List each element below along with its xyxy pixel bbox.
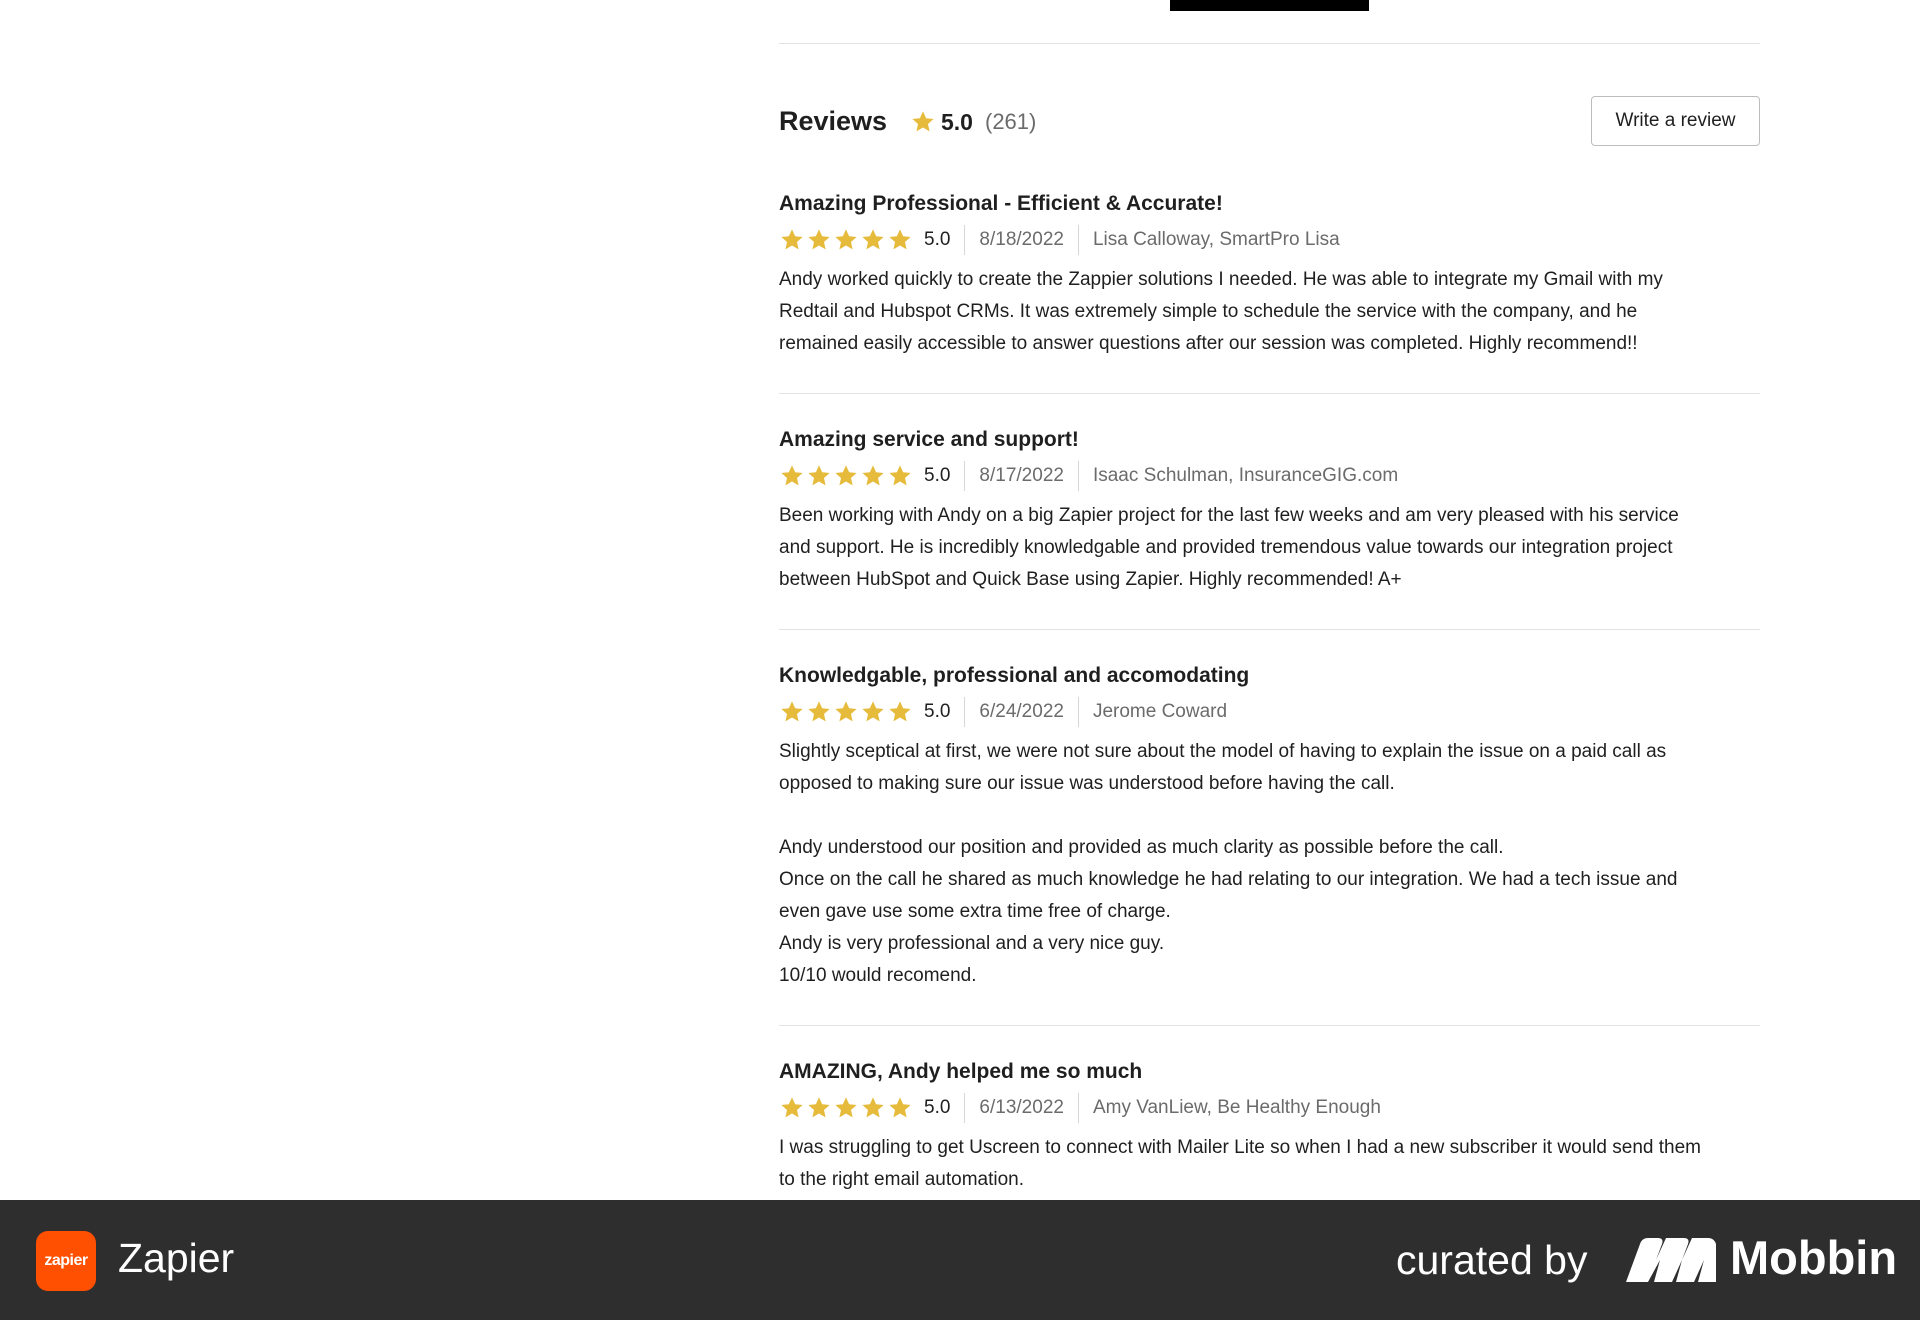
star-icon (889, 229, 911, 250)
review-body: Been working with Andy on a big Zapier p… (779, 500, 1760, 596)
review-author: Amy VanLiew, Be Healthy Enough (1092, 1097, 1381, 1118)
review-rating: 5.0 (924, 701, 951, 722)
star-icon (835, 1097, 857, 1118)
divider (779, 43, 1760, 44)
review-body-line: remained easily accessible to answer que… (779, 333, 1638, 354)
star-icon (781, 465, 803, 486)
star-icon (808, 465, 830, 486)
star-rating (779, 699, 913, 725)
review-body-line (779, 800, 1760, 832)
review-body: Andy worked quickly to create the Zappie… (779, 264, 1760, 360)
review-rating: 5.0 (924, 465, 951, 486)
reviews-title: Reviews (779, 106, 888, 136)
star-icon (862, 1097, 884, 1118)
review-body-line: Slightly sceptical at first, we were not… (779, 741, 1667, 762)
review-meta: 5.0 8/18/2022 Lisa Calloway, SmartPro Li… (779, 225, 1340, 255)
star-icon (781, 701, 803, 722)
review-meta: 5.0 6/24/2022 Jerome Coward (779, 697, 1227, 727)
reviews-header: Reviews 5.0 (261) Write a review (779, 96, 1760, 150)
star-icon (862, 229, 884, 250)
footer-bar: zapier Zapier curated by Mobbin (0, 1200, 1920, 1320)
review-rating: 5.0 (924, 229, 951, 250)
review-title: Amazing service and support! (779, 428, 1079, 451)
meta-separator (964, 697, 966, 727)
star-icon (889, 701, 911, 722)
review-body-line: between HubSpot and Quick Base using Zap… (779, 569, 1402, 590)
meta-separator (964, 461, 966, 491)
review-body-line: opposed to making sure our issue was und… (779, 773, 1395, 794)
review-date: 6/13/2022 (979, 1097, 1064, 1118)
curator-name: Mobbin (1730, 1231, 1898, 1284)
review-author: Jerome Coward (1092, 701, 1228, 722)
star-icon (862, 701, 884, 722)
star-icon (781, 1097, 803, 1118)
star-rating (779, 227, 913, 253)
zapier-logo: zapier (36, 1231, 96, 1291)
star-icon (889, 465, 911, 486)
meta-separator (964, 225, 966, 255)
review-body-line: Been working with Andy on a big Zapier p… (779, 505, 1679, 526)
review-count: (261) (985, 109, 1037, 134)
review-body: Slightly sceptical at first, we were not… (779, 736, 1760, 992)
review-body-line: to the right email automation. (779, 1169, 1025, 1190)
star-icon (808, 701, 830, 722)
meta-separator (1077, 225, 1079, 255)
star-rating (779, 463, 913, 489)
star-icon (912, 111, 934, 132)
review-body-line: I was struggling to get Uscreen to conne… (779, 1137, 1701, 1158)
meta-separator (964, 1093, 966, 1123)
review-body-line: and support. He is incredibly knowledgab… (779, 537, 1673, 558)
review-body-line: Redtail and Hubspot CRMs. It was extreme… (779, 301, 1638, 322)
review-body-line: 10/10 would recomend. (779, 965, 977, 986)
review-author: Isaac Schulman, InsuranceGIG.com (1092, 465, 1399, 486)
star-icon (835, 701, 857, 722)
mobbin-logo-icon (1626, 1238, 1716, 1282)
review-title: AMAZING, Andy helped me so much (779, 1060, 1143, 1083)
top-button-edge[interactable] (1170, 0, 1369, 11)
review-body: I was struggling to get Uscreen to conne… (779, 1132, 1760, 1196)
review-meta: 5.0 6/13/2022 Amy VanLiew, Be Healthy En… (779, 1093, 1381, 1123)
star-icon (808, 1097, 830, 1118)
star-icon (808, 229, 830, 250)
review-title: Knowledgable, professional and accomodat… (779, 664, 1250, 687)
app-name: Zapier (118, 1235, 235, 1281)
review-date: 8/18/2022 (979, 229, 1064, 250)
review-meta: 5.0 8/17/2022 Isaac Schulman, InsuranceG… (779, 461, 1398, 491)
review-body-line: even gave use some extra time free of ch… (779, 901, 1171, 922)
review-rating: 5.0 (924, 1097, 951, 1118)
curated-by-label: curated by (1396, 1237, 1588, 1283)
star-rating (779, 1095, 913, 1121)
review-body-line: Andy is very professional and a very nic… (779, 933, 1165, 954)
divider (779, 393, 1760, 394)
star-icon (889, 1097, 911, 1118)
star-icon (781, 229, 803, 250)
review-body-line: Once on the call he shared as much knowl… (779, 869, 1678, 890)
write-review-button[interactable]: Write a review (1591, 96, 1760, 146)
average-rating: 5.0 (941, 109, 973, 135)
review-date: 8/17/2022 (979, 465, 1064, 486)
star-icon (862, 465, 884, 486)
divider (779, 629, 1760, 630)
star-icon (835, 229, 857, 250)
review-date: 6/24/2022 (979, 701, 1064, 722)
meta-separator (1077, 461, 1079, 491)
review-title: Amazing Professional - Efficient & Accur… (779, 192, 1223, 215)
meta-separator (1077, 1093, 1079, 1123)
review-body-line: Andy worked quickly to create the Zappie… (779, 269, 1663, 290)
meta-separator (1077, 697, 1079, 727)
review-author: Lisa Calloway, SmartPro Lisa (1092, 229, 1340, 250)
star-icon (835, 465, 857, 486)
review-body-line: Andy understood our position and provide… (779, 837, 1504, 858)
divider (779, 1025, 1760, 1026)
